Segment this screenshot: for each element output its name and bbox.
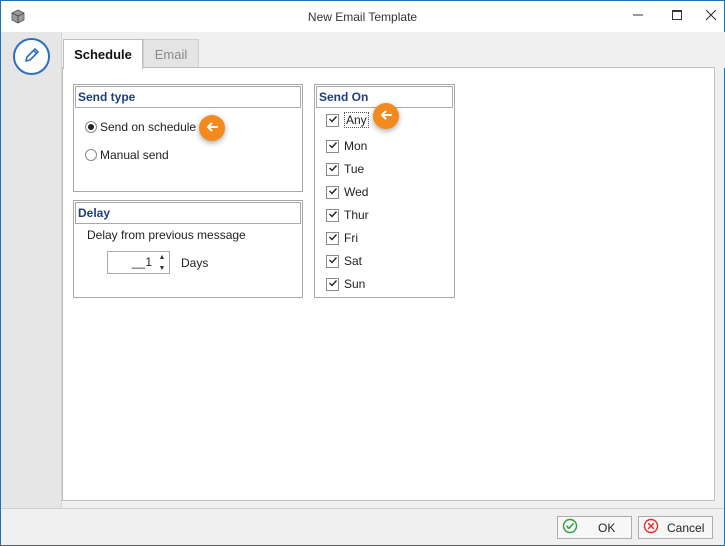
send-on-schedule-label: Send on schedule [100,120,197,134]
arrow-left-icon [379,108,393,125]
checkmark-icon [328,162,338,176]
title-bar: New Email Template [1,1,724,32]
ok-button[interactable]: OK [557,516,632,539]
day-label-wed: Wed [344,185,369,199]
hint-marker-send-type [199,115,225,141]
checkmark-icon [328,277,338,291]
dialog-window: New Email Template Schedule Email Send t… [0,0,725,546]
checkmark-icon [328,139,338,153]
send-type-header: Send type [75,86,301,108]
day-label-sun: Sun [344,277,366,291]
hint-marker-send-on [373,103,399,129]
maximize-icon [671,9,683,24]
day-checkbox-thur[interactable]: Thur [326,208,369,222]
send-on-schedule-option[interactable]: Send on schedule [85,120,196,134]
manual-send-radio[interactable] [85,149,97,161]
checkmark-icon [328,254,338,268]
minimize-icon [632,9,644,24]
checkbox-fri[interactable] [326,231,339,245]
day-checkbox-fri[interactable]: Fri [326,231,358,245]
arrow-left-icon [205,120,219,137]
cancel-x-icon [643,518,659,537]
day-label-fri: Fri [344,231,358,245]
checkbox-sun[interactable] [326,277,339,291]
manual-send-label: Manual send [100,148,169,162]
day-label-any: Any [344,112,369,128]
cancel-button[interactable]: Cancel [638,516,713,539]
manual-send-option[interactable]: Manual send [85,148,169,162]
checkbox-tue[interactable] [326,162,339,176]
close-button[interactable] [694,1,725,32]
checkbox-thur[interactable] [326,208,339,222]
cancel-label: Cancel [667,520,705,535]
day-label-sat: Sat [344,254,363,268]
day-checkbox-tue[interactable]: Tue [326,162,364,176]
close-icon [705,9,717,24]
left-sidebar [1,32,62,508]
send-type-group: Send type Send on schedule Manual send [73,84,303,192]
checkbox-sat[interactable] [326,254,339,268]
checkmark-icon [328,208,338,222]
spin-down-button[interactable]: ▼ [155,263,169,273]
spin-up-button[interactable]: ▲ [155,252,169,262]
day-label-mon: Mon [344,139,368,153]
delay-group: Delay Delay from previous message __1 ▲ … [73,200,303,298]
minimize-button[interactable] [621,1,655,32]
checkbox-mon[interactable] [326,139,339,153]
delay-days-stepper[interactable]: __1 ▲ ▼ [107,251,170,274]
delay-header: Delay [75,202,301,224]
checkbox-any[interactable] [326,113,339,127]
day-checkbox-wed[interactable]: Wed [326,185,368,199]
window-title: New Email Template [307,10,418,24]
day-checkbox-sat[interactable]: Sat [326,254,362,268]
day-checkbox-sun[interactable]: Sun [326,277,365,291]
ok-label: OK [598,520,616,535]
chevron-down-icon: ▼ [158,264,166,272]
tab-email[interactable]: Email [143,39,199,69]
dialog-footer: OK Cancel [1,508,724,545]
checkbox-wed[interactable] [326,185,339,199]
checkmark-icon [328,113,338,127]
ok-check-icon [562,518,578,537]
delay-unit-label: Days [181,256,209,270]
day-checkbox-mon[interactable]: Mon [326,139,367,153]
day-checkbox-any[interactable]: Any [326,112,369,128]
day-label-thur: Thur [344,208,369,222]
edit-pencil-icon [22,45,42,68]
delay-days-value: __1 [131,255,152,269]
day-label-tue: Tue [344,162,365,176]
edit-button[interactable] [13,38,50,75]
chevron-up-icon: ▲ [158,253,166,261]
checkmark-icon [328,231,338,245]
schedule-panel: Send type Send on schedule Manual send D… [62,67,715,501]
tab-schedule[interactable]: Schedule [63,39,143,69]
send-on-schedule-radio[interactable] [85,121,97,133]
delay-description: Delay from previous message [87,228,246,242]
checkmark-icon [328,185,338,199]
maximize-button[interactable] [660,1,694,32]
tab-strip: Schedule Email [62,32,725,69]
